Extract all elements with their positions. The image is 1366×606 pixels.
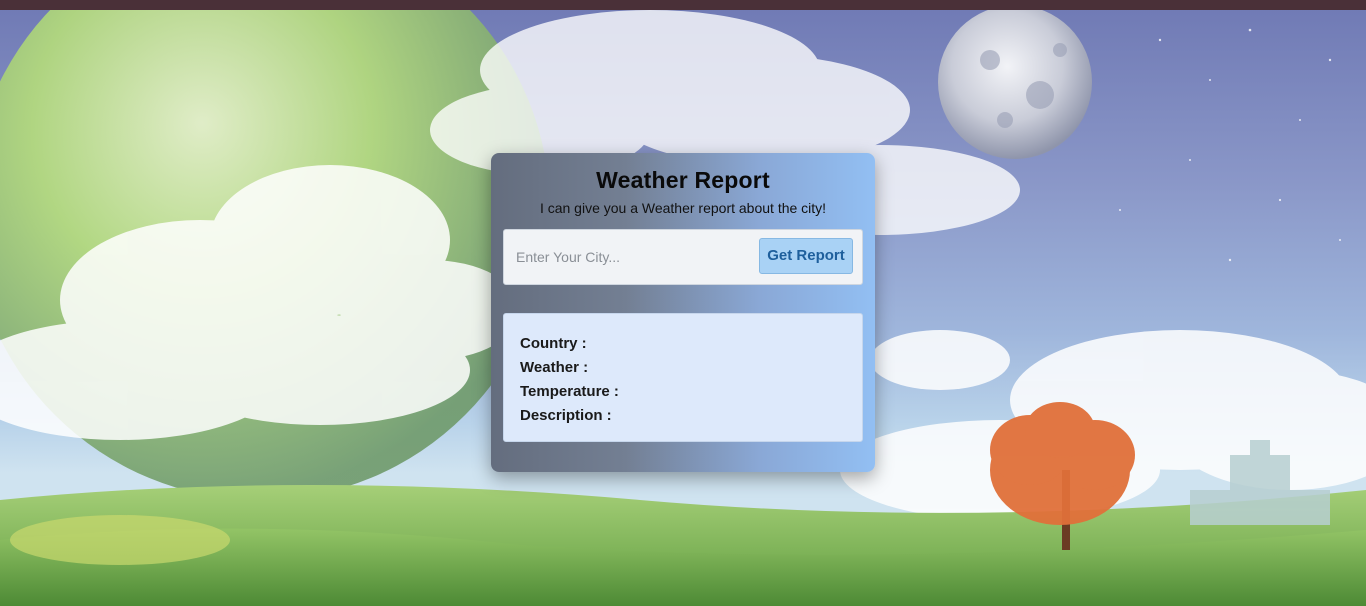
top-bar — [0, 0, 1366, 10]
search-form: Get Report — [503, 229, 863, 285]
temperature-label: Temperature : — [520, 383, 619, 400]
country-label: Country : — [520, 335, 587, 352]
card-subtitle: I can give you a Weather report about th… — [539, 200, 827, 216]
weather-label: Weather : — [520, 359, 589, 376]
get-report-button[interactable]: Get Report — [759, 238, 853, 274]
description-label: Description : — [520, 407, 612, 424]
result-panel: Country : Weather : Temperature : Descri… — [503, 313, 863, 442]
city-input[interactable] — [512, 243, 756, 271]
weather-card: Weather Report I can give you a Weather … — [491, 153, 875, 472]
card-title: Weather Report — [596, 167, 770, 193]
